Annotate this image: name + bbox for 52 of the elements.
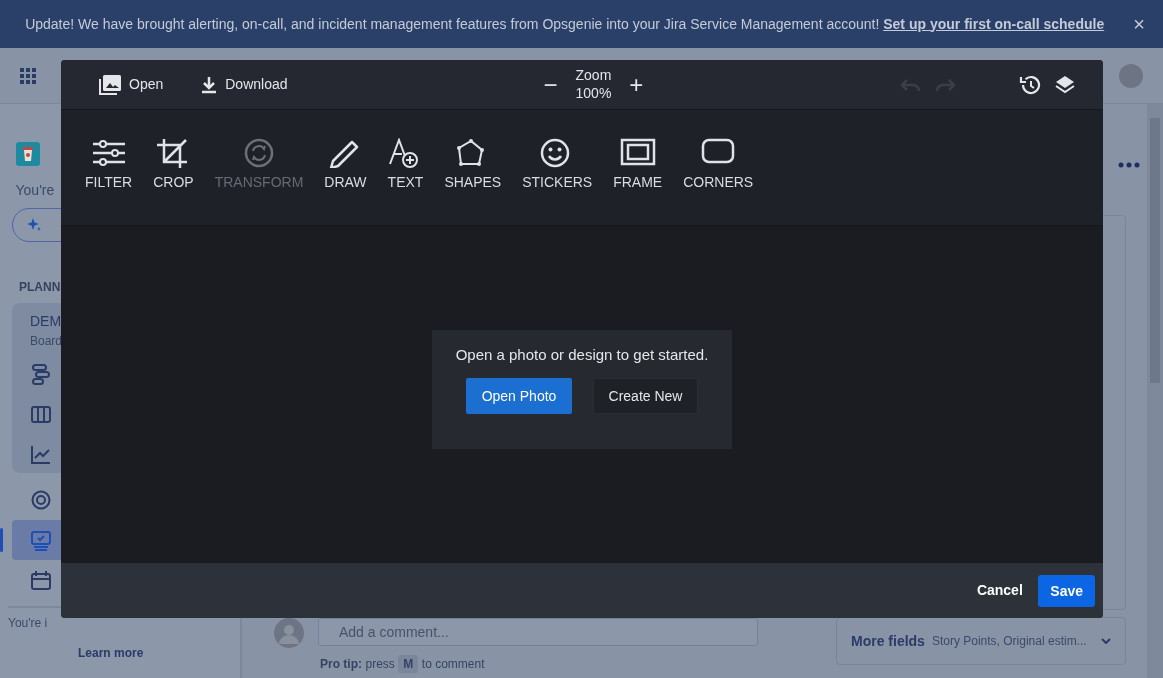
comment-field[interactable]: Add a comment... [318,618,758,646]
image-icon [99,74,121,95]
history-icon[interactable] [1019,73,1041,96]
sliders-icon [90,138,127,168]
calendar-icon [30,569,52,591]
sidebar-text: You're i [8,615,48,632]
tip-label: Pro tip: [320,656,362,673]
create-new-button[interactable]: Create New [593,378,698,415]
target-icon [30,489,52,511]
key-hint: M [398,655,419,673]
tool-button[interactable]: FILTER [79,138,139,193]
tip-text: press [365,656,395,673]
tool-button[interactable]: FRAME [607,138,669,193]
zoom-label: Zoom [575,67,612,85]
tool-button[interactable]: SHAPES [438,138,508,193]
banner-link[interactable]: Set up your first on-call schedule [883,15,1105,32]
open-photo-button[interactable]: Open Photo [466,378,572,415]
layers-icon[interactable] [1055,74,1075,95]
sidebar-text: You're [15,181,55,200]
zoom-value: 100% [575,84,612,102]
app-grid-icon[interactable] [20,67,36,84]
timeline-icon [30,362,52,385]
avatar [274,618,304,648]
scrollbar[interactable] [1147,104,1163,678]
prompt-text: Open a photo or design to get started. [454,344,710,365]
more-fields-label: More fields [851,631,925,651]
refresh-icon [242,138,276,168]
zoom-out-button[interactable]: − [543,72,558,97]
tip-text: to comment [421,656,485,673]
project-avatar [15,142,40,166]
banner-text: Update! We have brought alerting, on-call, and incident management features from Opsgenie into your Jira Service Management account! [25,15,881,32]
download-button[interactable]: Download [199,70,290,99]
learn-more-link[interactable]: Learn more [78,644,144,662]
tool-button[interactable]: TEXT [381,138,430,193]
more-fields-summary: Story Points, Original estim... [931,633,1088,650]
tool-button[interactable]: CROP [147,138,200,193]
project-subtitle: Board [30,333,63,350]
chevron-down-icon [1101,638,1111,644]
open-button[interactable]: Open [97,70,166,99]
close-button[interactable]: × [1129,14,1149,34]
tool-button[interactable]: STICKERS [516,138,599,193]
cancel-button[interactable]: Cancel [964,574,1035,607]
section-heading: PLANN [19,279,61,296]
zoom-in-button[interactable]: + [629,72,644,97]
tool-button[interactable]: DRAW [318,138,373,193]
save-button[interactable]: Save [1038,574,1095,607]
monitor-icon [30,529,52,551]
more-icon[interactable] [1118,162,1140,168]
frame-icon [619,138,656,168]
download-icon [201,75,218,94]
tool-button[interactable]: CORNERS [677,138,760,193]
sparkle-icon [27,218,41,232]
